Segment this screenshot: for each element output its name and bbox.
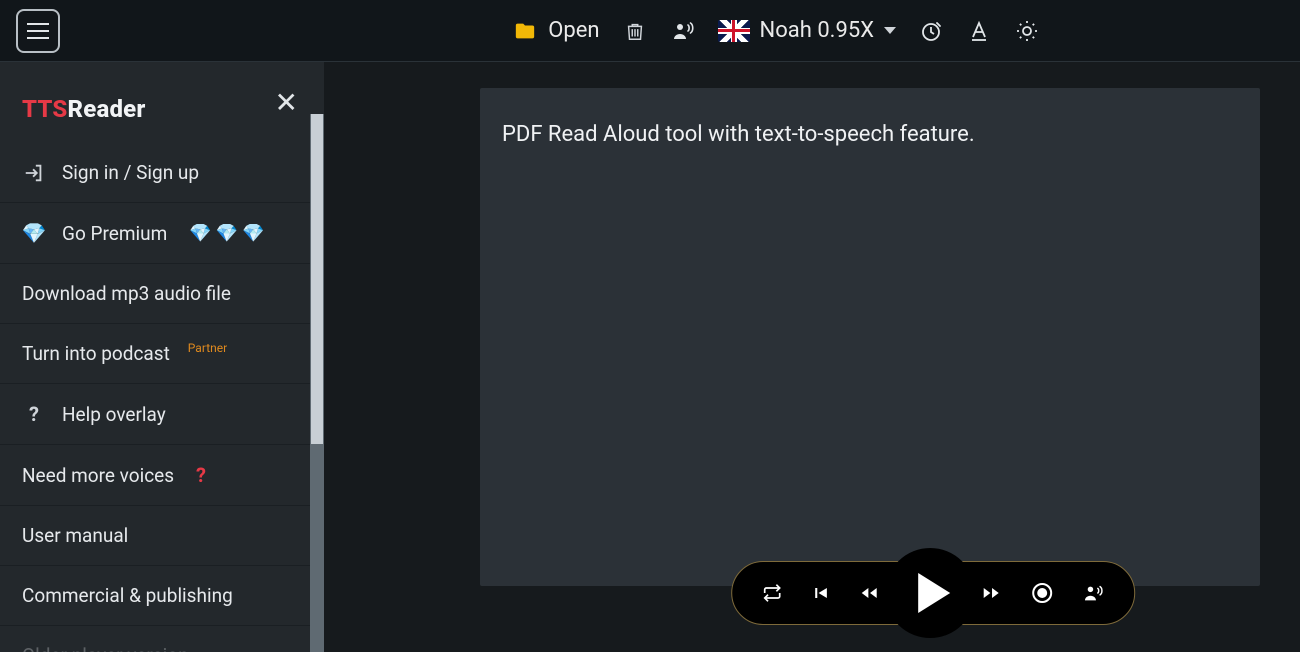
brand-logo: TTSReader <box>22 95 146 123</box>
font-icon[interactable] <box>966 18 992 44</box>
sidebar-item-label: Go Premium <box>62 222 167 245</box>
sidebar-item-label: Turn into podcast <box>22 342 170 365</box>
sidebar-item-label: Commercial & publishing <box>22 584 233 607</box>
sidebar-item-label: Need more voices <box>22 464 174 487</box>
player-bar <box>731 548 1135 638</box>
question-icon: ? <box>196 463 206 487</box>
repeat-icon[interactable] <box>760 583 784 603</box>
partner-badge: Partner <box>188 341 227 355</box>
signin-icon <box>22 162 46 184</box>
folder-icon <box>512 20 538 42</box>
brightness-icon[interactable] <box>1014 18 1040 44</box>
timer-icon[interactable] <box>918 18 944 44</box>
sidebar-item-premium[interactable]: 💎 Go Premium 💎💎💎 <box>0 203 324 264</box>
sidebar-item-commercial[interactable]: Commercial & publishing <box>0 566 324 626</box>
sidebar-item-help-overlay[interactable]: ? Help overlay <box>0 384 324 445</box>
play-button[interactable] <box>885 548 975 638</box>
sidebar-item-need-voices[interactable]: Need more voices ? <box>0 445 324 506</box>
open-label: Open <box>548 18 599 43</box>
sidebar-item-label: Help overlay <box>62 403 166 426</box>
sidebar-scrollbar[interactable] <box>310 114 324 652</box>
sidebar-header: TTSReader ✕ <box>0 62 324 143</box>
rewind-icon[interactable] <box>856 583 882 603</box>
diamond-trio-icon: 💎💎💎 <box>189 223 264 244</box>
text-content: PDF Read Aloud tool with text-to-speech … <box>502 122 1238 147</box>
sidebar-list: Sign in / Sign up 💎 Go Premium 💎💎💎 Downl… <box>0 143 324 652</box>
skip-previous-icon[interactable] <box>810 583 830 603</box>
chevron-down-icon <box>884 27 896 34</box>
sidebar-item-label: Sign in / Sign up <box>62 161 199 184</box>
sidebar-item-user-manual[interactable]: User manual <box>0 506 324 566</box>
sidebar-item-signin[interactable]: Sign in / Sign up <box>0 143 324 203</box>
topbar: Open Noah 0.95X <box>0 0 1300 62</box>
uk-flag-icon <box>718 20 750 42</box>
sidebar: TTSReader ✕ Sign in / Sign up 💎 Go Premi… <box>0 62 324 652</box>
sidebar-item-label: User manual <box>22 524 128 547</box>
diamond-icon: 💎 <box>22 221 46 245</box>
voice-label: Noah 0.95X <box>760 18 874 43</box>
text-content-panel[interactable]: PDF Read Aloud tool with text-to-speech … <box>480 88 1260 586</box>
voice-selector[interactable]: Noah 0.95X <box>718 18 896 43</box>
record-icon[interactable] <box>1030 581 1054 605</box>
topbar-controls: Open Noah 0.95X <box>512 18 1040 44</box>
hamburger-menu-button[interactable] <box>16 9 60 53</box>
sidebar-item-download-mp3[interactable]: Download mp3 audio file <box>0 264 324 324</box>
sidebar-item-older-version[interactable]: Older player version <box>0 626 324 652</box>
content: TTSReader ✕ Sign in / Sign up 💎 Go Premi… <box>0 62 1300 652</box>
sidebar-item-label: Download mp3 audio file <box>22 282 231 305</box>
forward-icon[interactable] <box>978 583 1004 603</box>
voice-person-icon[interactable] <box>670 18 696 44</box>
open-button[interactable]: Open <box>512 18 599 43</box>
narrator-icon[interactable] <box>1080 582 1106 604</box>
question-icon: ? <box>22 402 46 426</box>
trash-icon[interactable] <box>622 18 648 44</box>
play-icon <box>918 573 950 613</box>
close-icon[interactable]: ✕ <box>275 86 298 119</box>
main-panel: PDF Read Aloud tool with text-to-speech … <box>324 62 1300 652</box>
sidebar-item-podcast[interactable]: Turn into podcast Partner <box>0 324 324 384</box>
sidebar-item-label: Older player version <box>22 644 189 652</box>
